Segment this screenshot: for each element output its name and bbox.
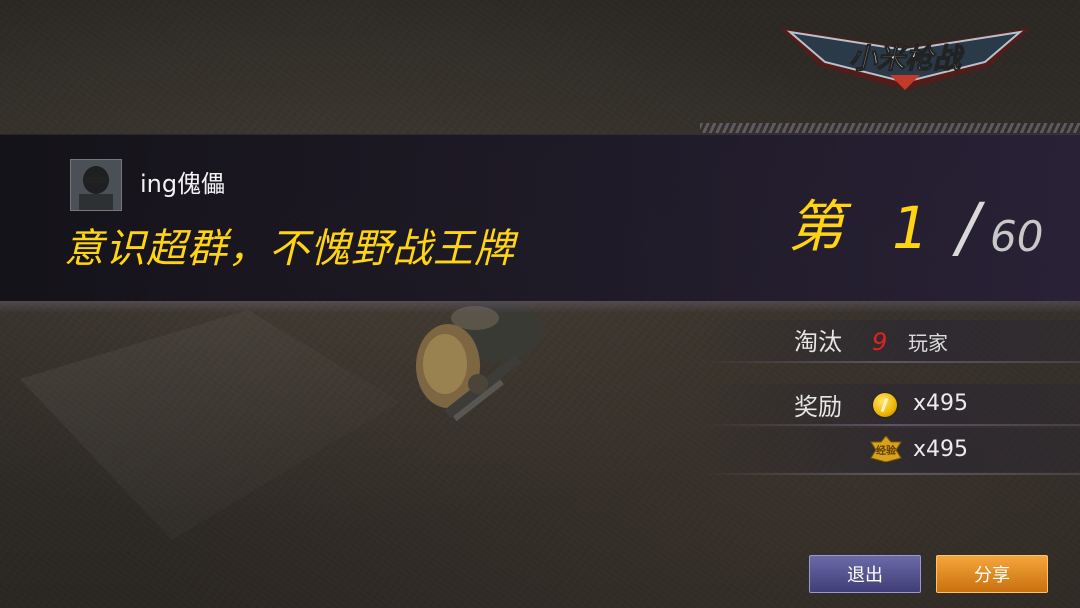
row-divider [700,361,1080,363]
rank-prefix: 第 [788,195,844,260]
elimination-unit: 玩家 [908,331,948,355]
rank-separator: / [957,189,980,266]
logo-text: 小米枪战 [849,42,965,75]
rank-total: 60 [990,212,1044,261]
row-divider [700,424,1080,426]
experience-badge-text: 经验 [876,444,897,457]
soldier-avatar-icon [71,160,121,210]
elimination-row [700,320,1080,362]
exit-button-label: 退出 [847,565,883,586]
share-button[interactable]: 分享 [936,555,1048,593]
player-name: ing傀儡 [140,170,226,198]
player-slogan: 意识超群，不愧野战王牌 [64,226,515,272]
game-logo: 小米枪战 [780,28,1030,90]
player-avatar [70,159,122,211]
exit-button[interactable]: 退出 [809,555,921,593]
exp-reward-value: x495 [913,437,969,462]
elimination-count: 9 [872,328,888,356]
reward-label: 奖励 [794,393,842,421]
share-button-label: 分享 [974,565,1010,586]
banner-stripe [700,123,1080,133]
soldier-character [416,301,543,422]
coin-reward-value: x495 [913,391,969,416]
experience-badge-icon: 经验 [870,436,902,462]
gold-coin-icon [873,393,897,417]
row-divider [700,473,1080,475]
rank-value: 1 [892,194,929,262]
elimination-label: 淘汰 [794,328,842,356]
